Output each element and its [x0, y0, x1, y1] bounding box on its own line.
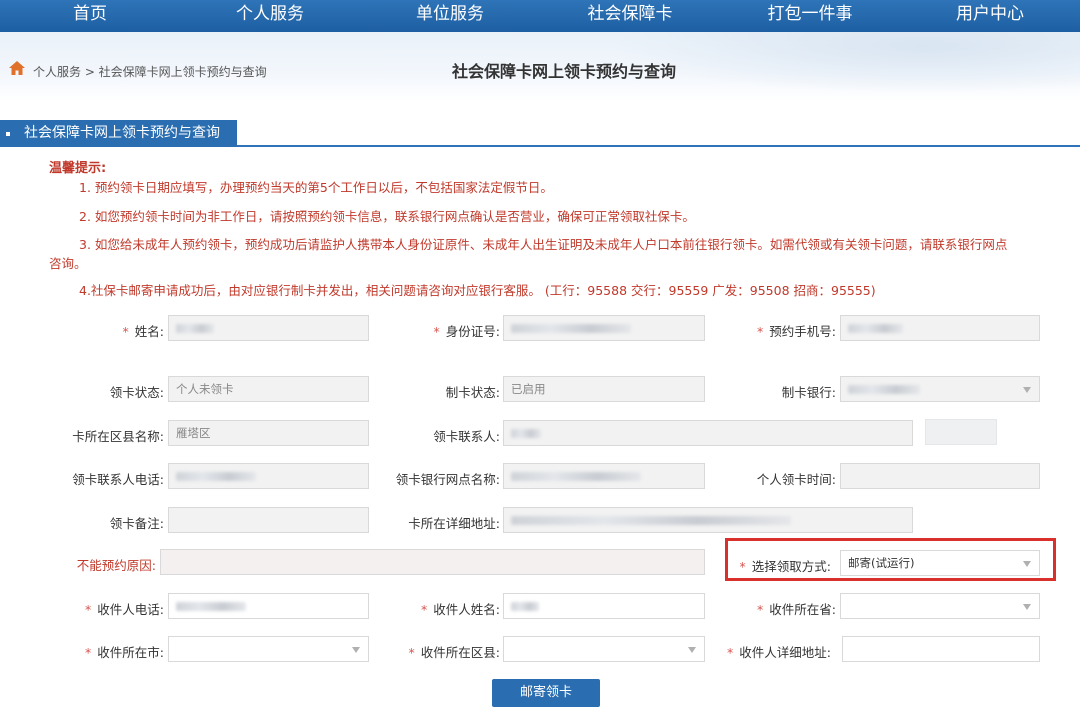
mail-card-button[interactable]: 邮寄领卡 — [492, 679, 600, 707]
bank-label: 制卡银行: — [781, 385, 836, 400]
recv-city-label: * 收件所在市: — [85, 645, 164, 660]
top-nav: 首页 个人服务 单位服务 社会保障卡 打包一件事 用户中心 — [0, 0, 1080, 32]
district-label: 卡所在区县名称: — [72, 429, 164, 444]
bank-select[interactable] — [840, 376, 1040, 402]
notice-line-2: 2. 如您预约领卡时间为非工作日，请按照预约领卡信息，联系银行网点确认是否营业，… — [79, 209, 695, 224]
nav-package-service[interactable]: 打包一件事 — [720, 0, 900, 32]
phone-field[interactable] — [840, 315, 1040, 341]
contact-action-button[interactable] — [925, 419, 997, 445]
branch-field — [503, 463, 705, 489]
method-select-value: 邮寄(试运行) — [848, 556, 915, 570]
recv-name-label: * 收件人姓名: — [421, 602, 500, 617]
bullet-icon — [6, 132, 10, 136]
personal-time-field[interactable] — [840, 463, 1040, 489]
chevron-down-icon — [1023, 387, 1031, 393]
make-status-label: 制卡状态: — [445, 385, 500, 400]
recv-province-label: * 收件所在省: — [757, 602, 836, 617]
phone-label: * 预约手机号: — [757, 324, 836, 339]
name-field[interactable] — [168, 315, 369, 341]
page: 首页 个人服务 单位服务 社会保障卡 打包一件事 用户中心 个人服务 > 社会保… — [0, 0, 1080, 724]
personal-time-label: 个人领卡时间: — [756, 472, 836, 487]
nav-personal-service[interactable]: 个人服务 — [180, 0, 360, 32]
make-status-field: 已启用 — [503, 376, 705, 402]
contact-label: 领卡联系人: — [433, 429, 500, 444]
recv-address-label: * 收件人详细地址: — [727, 645, 831, 660]
address-label: 卡所在详细地址: — [408, 516, 500, 531]
address-field — [503, 507, 913, 533]
method-select[interactable]: 邮寄(试运行) — [840, 550, 1040, 576]
idcard-label: * 身份证号: — [433, 324, 500, 339]
page-title: 社会保障卡网上领卡预约与查询 — [0, 58, 1080, 82]
idcard-field[interactable] — [503, 315, 705, 341]
reason-field — [160, 549, 705, 575]
page-title-text: 社会保障卡网上领卡预约与查询 — [451, 62, 676, 81]
nav-user-center[interactable]: 用户中心 — [900, 0, 1080, 32]
recv-phone-input[interactable] — [168, 593, 369, 619]
reason-label: 不能预约原因: — [76, 558, 156, 573]
recv-province-select[interactable] — [840, 593, 1040, 619]
nav-unit-service[interactable]: 单位服务 — [360, 0, 540, 32]
name-label: * 姓名: — [122, 324, 164, 339]
nav-home[interactable]: 首页 — [0, 0, 180, 32]
contact-phone-field[interactable] — [168, 463, 369, 489]
remark-label: 领卡备注: — [109, 516, 164, 531]
notice-line-3-continued: 咨询。 — [49, 256, 87, 271]
branch-label: 领卡银行网点名称: — [395, 472, 500, 487]
section-title: 社会保障卡网上领卡预约与查询 — [24, 125, 220, 141]
recv-district-select[interactable] — [503, 636, 705, 662]
recv-city-select[interactable] — [168, 636, 369, 662]
recv-district-label: * 收件所在区县: — [408, 645, 500, 660]
district-field: 雁塔区 — [168, 420, 369, 446]
recv-phone-label: * 收件人电话: — [85, 602, 164, 617]
chevron-down-icon — [1023, 604, 1031, 610]
chevron-down-icon — [688, 647, 696, 653]
nav-social-security-card[interactable]: 社会保障卡 — [540, 0, 720, 32]
notice-line-4: 4.社保卡邮寄申请成功后，由对应银行制卡并发出，相关问题请咨询对应银行客服。 (… — [79, 283, 876, 298]
recv-name-input[interactable] — [503, 593, 705, 619]
contact-phone-label: 领卡联系人电话: — [72, 472, 164, 487]
contact-field[interactable] — [503, 420, 913, 446]
section-header: 社会保障卡网上领卡预约与查询 — [0, 120, 237, 147]
card-status-field: 个人未领卡 — [168, 376, 369, 402]
chevron-down-icon — [1023, 561, 1031, 567]
notice-line-1: 1. 预约领卡日期应填写，办理预约当天的第5个工作日以后，不包括国家法定假节日。 — [79, 180, 553, 195]
notice-line-3: 3. 如您给未成年人预约领卡，预约成功后请监护人携带本人身份证原件、未成年人出生… — [79, 237, 1008, 252]
method-label: * 选择领取方式: — [739, 559, 831, 574]
card-status-label: 领卡状态: — [109, 385, 164, 400]
remark-field — [168, 507, 369, 533]
chevron-down-icon — [352, 647, 360, 653]
recv-address-input[interactable] — [842, 636, 1040, 662]
notice-title: 温馨提示: — [49, 161, 107, 176]
